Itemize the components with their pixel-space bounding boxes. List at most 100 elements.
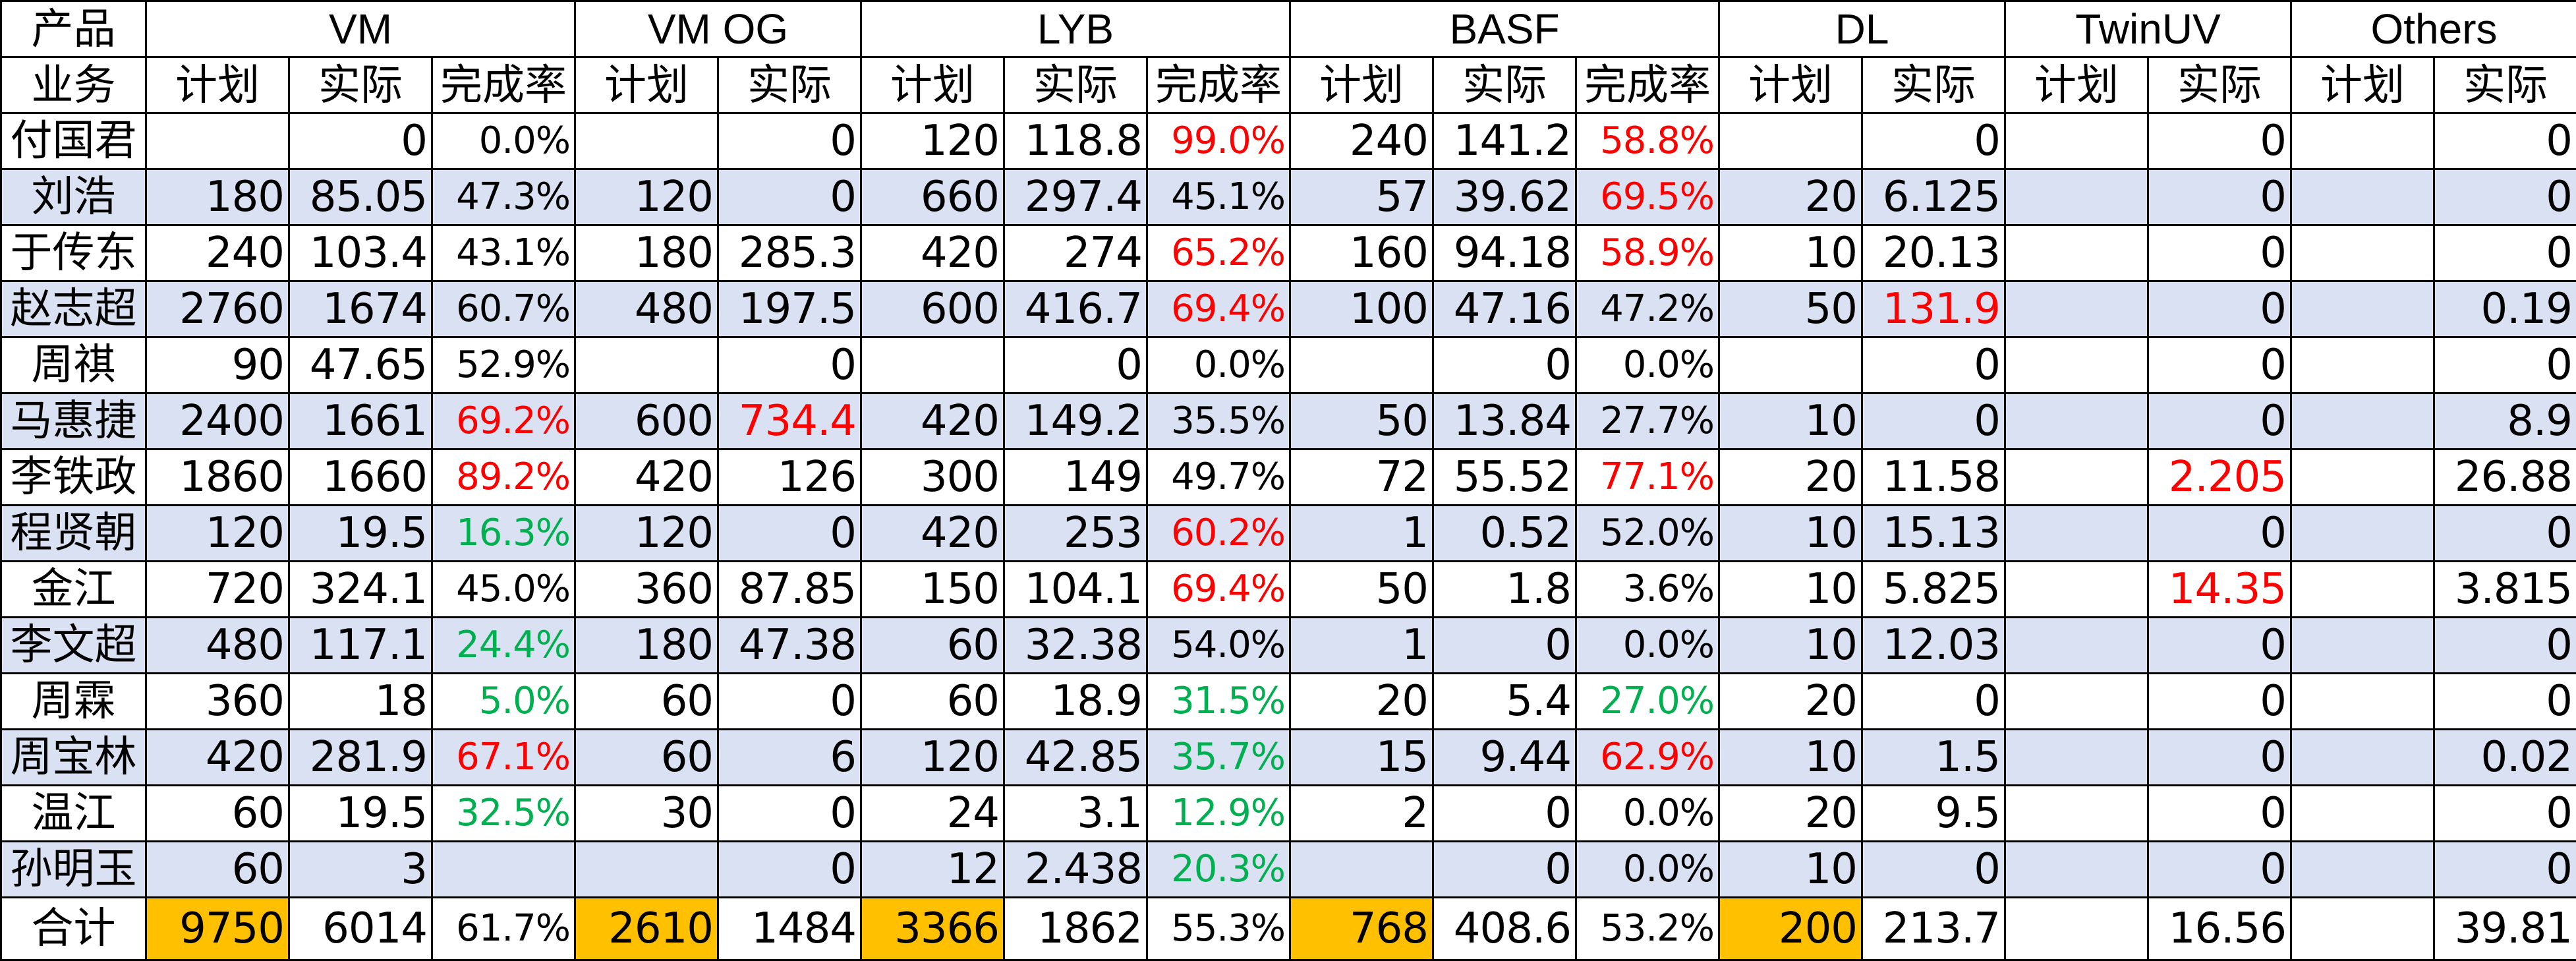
table-cell[interactable]: 120 [145,504,290,562]
table-cell[interactable]: 0.0% [1575,616,1721,674]
table-cell[interactable]: 20 [1289,672,1435,730]
table-cell[interactable]: 197.5 [717,279,862,338]
table-cell[interactable]: 0 [2147,616,2293,674]
table-cell[interactable]: 89.2% [431,448,576,506]
product-label-cell[interactable]: 产品 [0,0,147,58]
group-header-others[interactable]: Others [2290,0,2576,58]
table-cell[interactable]: 213.7 [1861,896,2007,961]
table-cell[interactable]: 9.44 [1432,728,1578,786]
table-cell[interactable]: 16.3% [431,504,576,562]
table-cell[interactable]: 15 [1289,728,1435,786]
table-cell[interactable]: 1.5 [1861,728,2007,786]
salesperson-name-cell[interactable]: 马惠捷 [0,392,147,450]
table-cell[interactable]: 0 [2433,504,2576,562]
table-cell[interactable]: 50 [1718,279,1864,338]
table-cell[interactable]: 61.7% [431,896,576,961]
table-cell[interactable]: 65.2% [1145,223,1292,282]
table-cell[interactable]: 420 [860,392,1005,450]
plan-header-cell[interactable]: 计划 [145,55,290,114]
table-cell[interactable]: 480 [145,616,290,674]
table-cell[interactable] [2004,448,2150,506]
salesperson-name-cell[interactable]: 周祺 [0,335,147,394]
table-cell[interactable]: 45.1% [1145,167,1292,226]
table-cell[interactable]: 10 [1718,504,1864,562]
table-cell[interactable] [2290,335,2436,394]
table-cell[interactable] [1718,111,1864,170]
table-cell[interactable]: 768 [1289,896,1435,961]
table-cell[interactable]: 0 [1861,840,2007,898]
plan-header-cell[interactable]: 计划 [574,55,719,114]
table-cell[interactable]: 54.0% [1145,616,1292,674]
table-cell[interactable]: 120 [574,167,719,226]
table-cell[interactable]: 126 [717,448,862,506]
table-cell[interactable] [2290,448,2436,506]
table-cell[interactable]: 360 [145,672,290,730]
table-cell[interactable]: 10 [1718,616,1864,674]
table-cell[interactable]: 24.4% [431,616,576,674]
table-cell[interactable] [145,111,290,170]
table-cell[interactable]: 3.1 [1003,784,1148,842]
table-cell[interactable]: 0 [2147,167,2293,226]
salesperson-name-cell[interactable]: 金江 [0,560,147,618]
table-cell[interactable]: 0 [2433,784,2576,842]
table-cell[interactable]: 117.1 [288,616,433,674]
table-cell[interactable]: 0 [717,335,862,394]
table-cell[interactable] [2290,167,2436,226]
table-cell[interactable]: 2.438 [1003,840,1148,898]
table-cell[interactable]: 43.1% [431,223,576,282]
table-cell[interactable] [2004,335,2150,394]
table-cell[interactable]: 13.84 [1432,392,1578,450]
table-cell[interactable]: 47.38 [717,616,862,674]
table-cell[interactable]: 420 [860,504,1005,562]
table-cell[interactable]: 0 [2147,784,2293,842]
table-cell[interactable]: 180 [574,223,719,282]
table-cell[interactable]: 6.125 [1861,167,2007,226]
table-cell[interactable]: 20 [1718,167,1864,226]
table-cell[interactable]: 32.38 [1003,616,1148,674]
table-cell[interactable]: 408.6 [1432,896,1578,961]
table-cell[interactable]: 0 [717,784,862,842]
table-cell[interactable]: 100 [1289,279,1435,338]
table-cell[interactable]: 69.4% [1145,279,1292,338]
table-cell[interactable]: 180 [574,616,719,674]
table-cell[interactable] [2290,784,2436,842]
table-cell[interactable]: 26.88 [2433,448,2576,506]
table-cell[interactable]: 60 [860,616,1005,674]
table-cell[interactable]: 420 [860,223,1005,282]
table-cell[interactable]: 90 [145,335,290,394]
table-cell[interactable]: 0 [2433,616,2576,674]
table-cell[interactable]: 24 [860,784,1005,842]
table-cell[interactable]: 420 [145,728,290,786]
table-cell[interactable]: 19.5 [288,784,433,842]
table-cell[interactable]: 3 [288,840,433,898]
table-cell[interactable]: 0 [2147,111,2293,170]
table-cell[interactable] [2004,167,2150,226]
salesperson-name-cell[interactable]: 李铁政 [0,448,147,506]
group-header-basf[interactable]: BASF [1289,0,1721,58]
table-cell[interactable] [574,840,719,898]
actual-header-cell[interactable]: 实际 [717,55,862,114]
table-cell[interactable]: 32.5% [431,784,576,842]
table-cell[interactable] [2290,223,2436,282]
table-cell[interactable] [1289,840,1435,898]
table-cell[interactable] [2004,840,2150,898]
table-cell[interactable]: 12.03 [1861,616,2007,674]
actual-header-cell[interactable]: 实际 [2147,55,2293,114]
table-cell[interactable]: 60.2% [1145,504,1292,562]
table-cell[interactable]: 69.5% [1575,167,1721,226]
table-cell[interactable]: 200 [1718,896,1864,961]
table-cell[interactable]: 1484 [717,896,862,961]
salesperson-name-cell[interactable]: 李文超 [0,616,147,674]
table-cell[interactable]: 0.02 [2433,728,2576,786]
table-cell[interactable]: 85.05 [288,167,433,226]
table-cell[interactable]: 0 [2147,392,2293,450]
table-cell[interactable]: 150 [860,560,1005,618]
table-cell[interactable]: 50 [1289,560,1435,618]
salesperson-name-cell[interactable]: 合计 [0,896,147,961]
table-cell[interactable]: 103.4 [288,223,433,282]
table-cell[interactable] [1289,335,1435,394]
table-cell[interactable] [2290,728,2436,786]
table-cell[interactable]: 0 [288,111,433,170]
table-cell[interactable]: 600 [860,279,1005,338]
table-cell[interactable]: 11.58 [1861,448,2007,506]
